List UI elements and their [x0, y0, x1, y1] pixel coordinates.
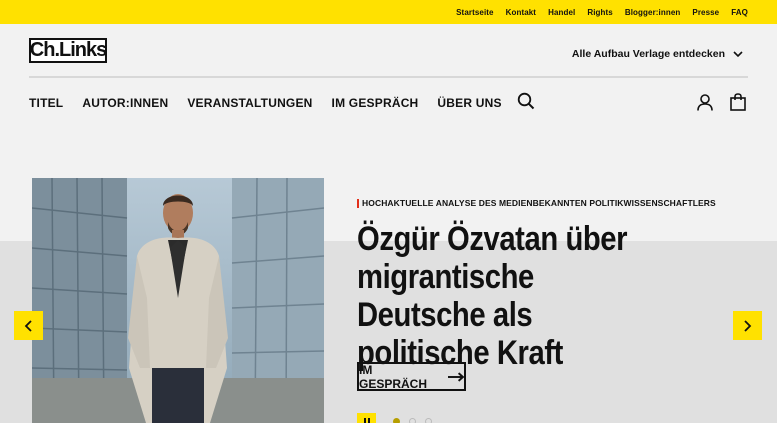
hero-eyebrow: HOCHAKTUELLE ANALYSE DES MEDIENBEKANNTEN… — [357, 198, 716, 208]
slider-dot-1[interactable] — [393, 418, 400, 423]
utility-link-kontakt[interactable]: Kontakt — [506, 8, 536, 17]
utility-link-faq[interactable]: FAQ — [731, 8, 748, 17]
utility-link-handel[interactable]: Handel — [548, 8, 575, 17]
hero-headline[interactable]: Özgür Özvatan über migrantische Deutsche… — [357, 220, 667, 372]
chevron-right-icon — [744, 319, 752, 332]
publisher-dropdown[interactable]: Alle Aufbau Verlage entdecken — [572, 48, 743, 60]
nav-item-ueber-uns[interactable]: ÜBER UNS — [437, 96, 501, 110]
user-icon[interactable] — [697, 94, 713, 111]
slider-next-button[interactable] — [733, 311, 762, 340]
logo[interactable]: Ch.Links — [29, 38, 107, 63]
search-icon[interactable] — [517, 92, 535, 110]
chevron-down-icon — [733, 50, 743, 57]
top-utility-bar: Startseite Kontakt Handel Rights Blogger… — [0, 0, 777, 24]
main-navigation: TITEL AUTOR:INNEN VERANSTALTUNGEN IM GES… — [29, 92, 535, 110]
slider-dot-2[interactable] — [409, 418, 416, 423]
slider-dot-3[interactable] — [425, 418, 432, 423]
arrow-right-icon — [447, 371, 464, 382]
header-divider — [29, 76, 748, 78]
pause-icon-bar — [367, 418, 370, 423]
hero-author-photo — [32, 178, 324, 423]
hero-cta-button[interactable]: IM GESPRÄCH — [357, 362, 466, 391]
utility-link-startseite[interactable]: Startseite — [456, 8, 493, 17]
hero-cta-label: IM GESPRÄCH — [359, 362, 428, 391]
utility-link-rights[interactable]: Rights — [587, 8, 613, 17]
site-header: Ch.Links Alle Aufbau Verlage entdecken T… — [0, 24, 777, 134]
chevron-left-icon — [24, 319, 32, 332]
slider-prev-button[interactable] — [14, 311, 43, 340]
slider-pause-button[interactable] — [357, 413, 376, 423]
utility-link-presse[interactable]: Presse — [692, 8, 719, 17]
publisher-dropdown-label: Alle Aufbau Verlage entdecken — [571, 48, 725, 60]
author-portrait-image — [32, 178, 324, 423]
shopping-bag-icon[interactable] — [730, 93, 746, 111]
pause-icon — [363, 418, 366, 423]
nav-item-im-gespraech[interactable]: IM GESPRÄCH — [332, 96, 419, 110]
slider-pagination — [393, 418, 432, 423]
nav-item-autorinnen[interactable]: AUTOR:INNEN — [82, 96, 168, 110]
nav-item-titel[interactable]: TITEL — [29, 96, 63, 110]
nav-item-veranstaltungen[interactable]: VERANSTALTUNGEN — [187, 96, 312, 110]
utility-link-blogger[interactable]: Blogger:innen — [625, 8, 681, 17]
utility-links: Startseite Kontakt Handel Rights Blogger… — [456, 0, 748, 24]
